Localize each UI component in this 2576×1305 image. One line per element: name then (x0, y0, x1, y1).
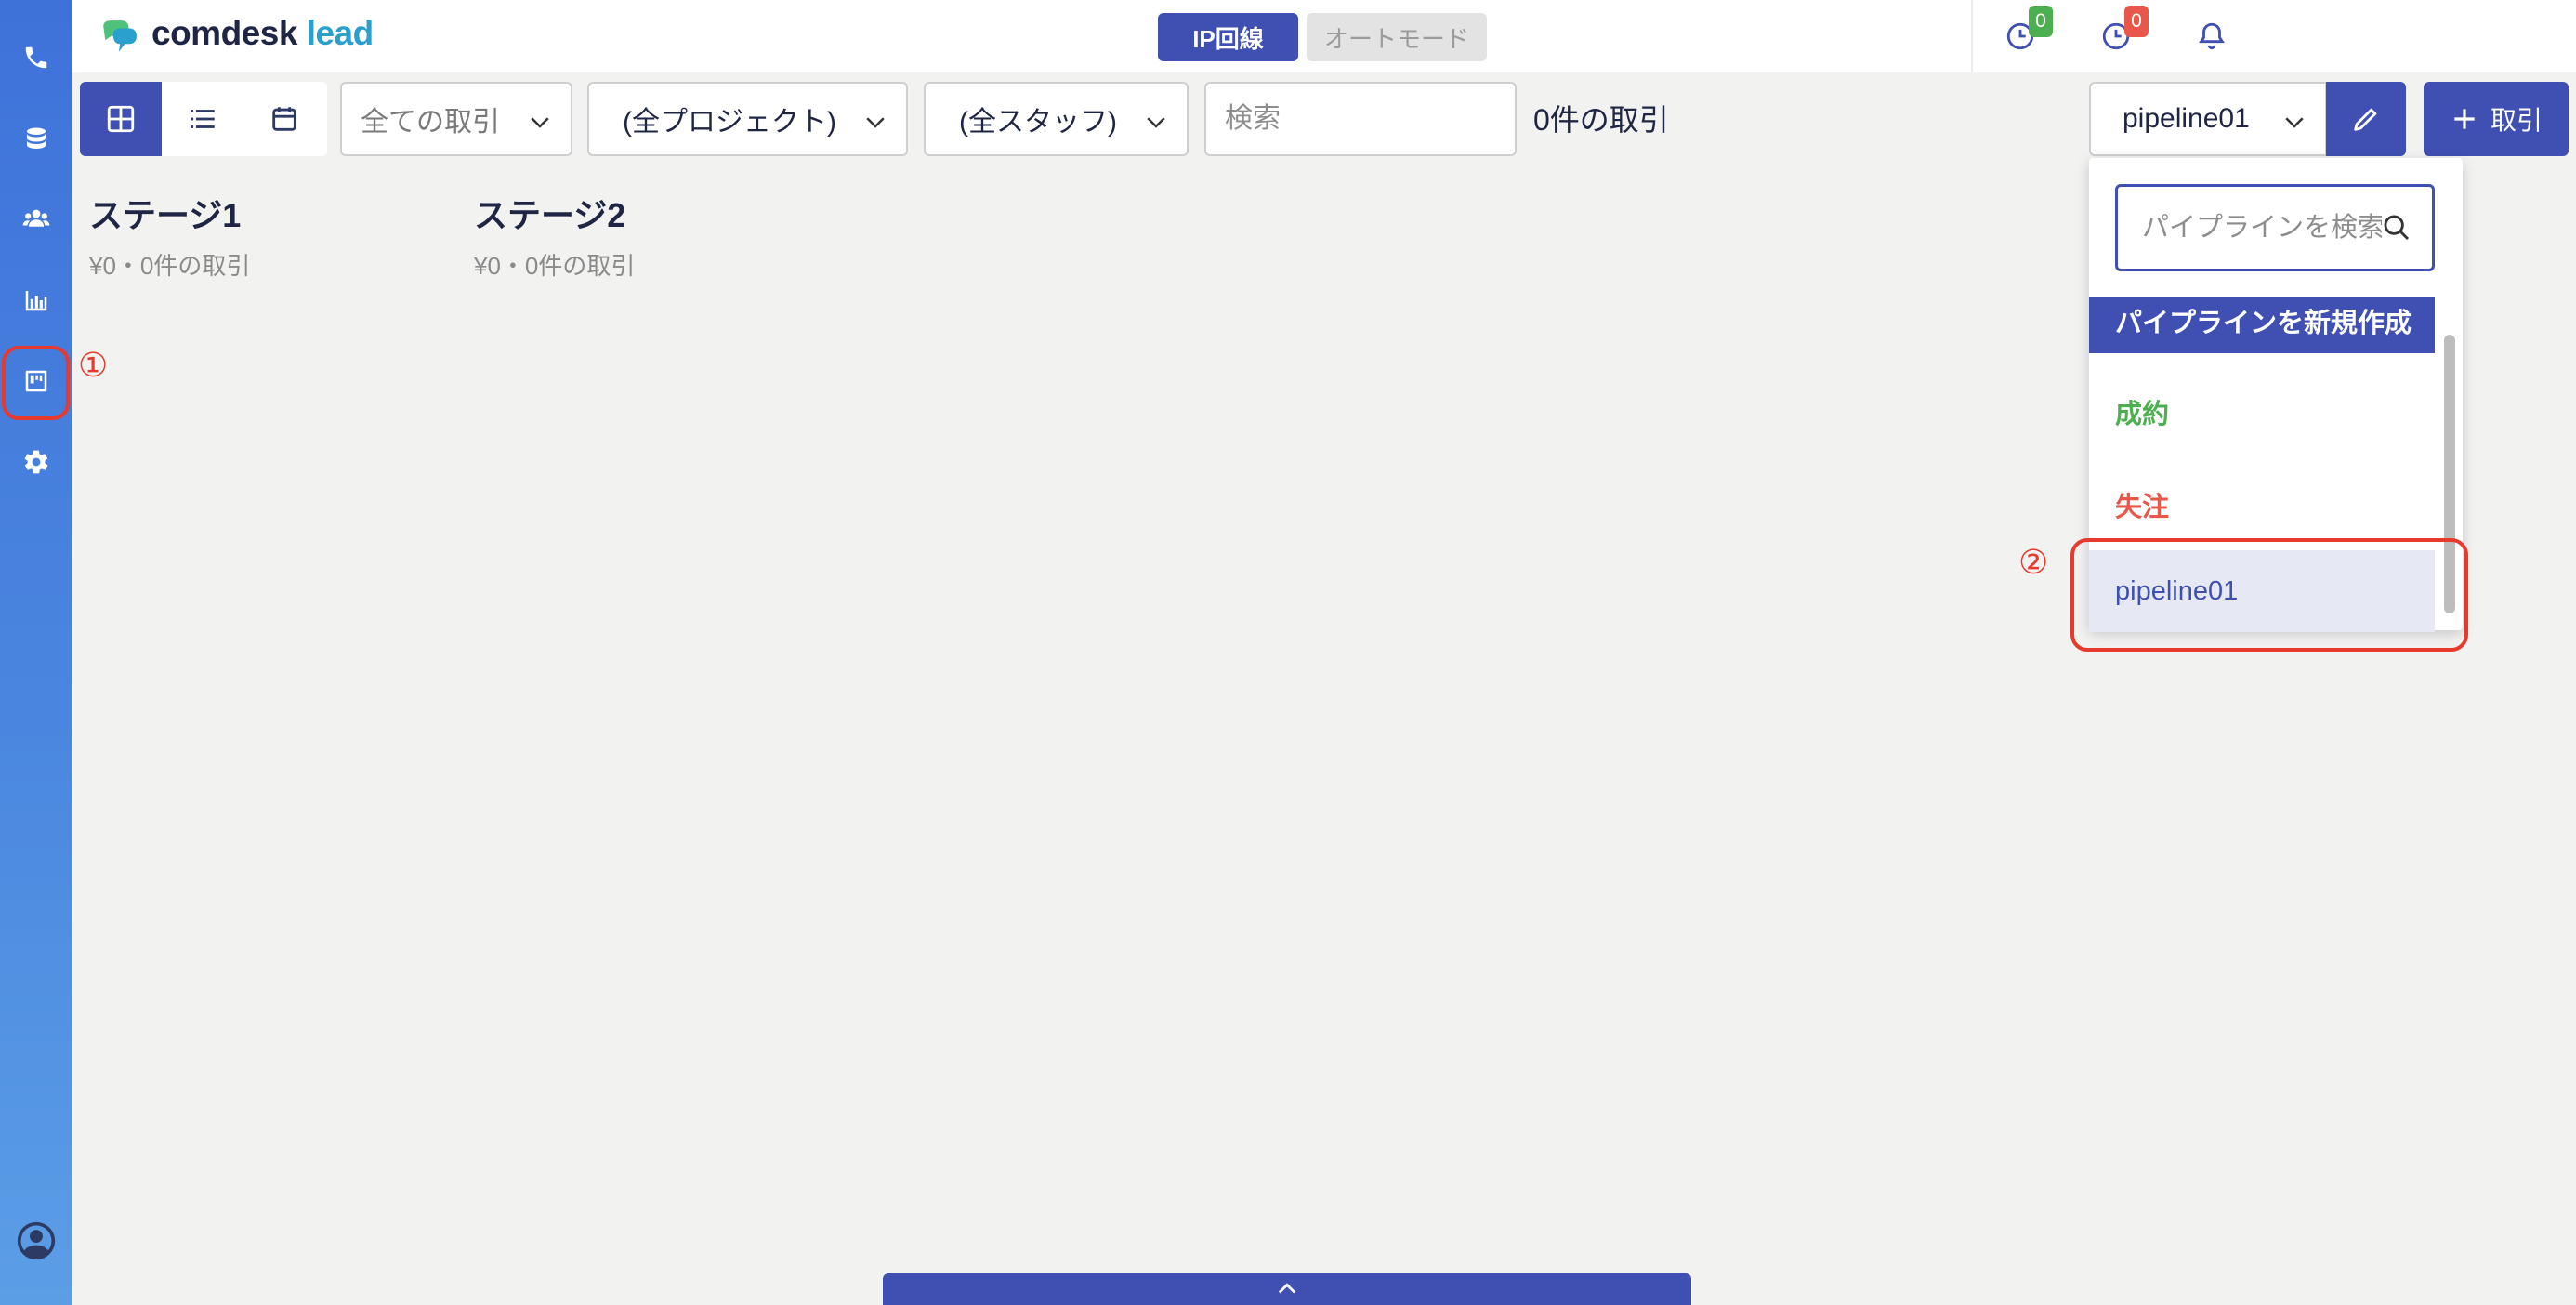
staff-filter-value: (全スタッフ) (959, 107, 1117, 138)
list-icon (191, 110, 215, 128)
stage-2-title: ステージ2 (474, 196, 626, 234)
database-icon[interactable] (0, 107, 72, 172)
auto-mode-button[interactable]: オートモード (1307, 13, 1487, 61)
badge-count-2: 0 (2124, 6, 2149, 37)
stage-1-title: ステージ1 (89, 196, 242, 234)
deal-search-input[interactable] (1204, 82, 1517, 156)
chevron-down-icon (1147, 117, 1165, 128)
stage-2-summary: ¥0・0件の取引 (474, 252, 636, 280)
project-filter-value: (全プロジェクト) (623, 107, 836, 138)
chevron-up-icon (1278, 1283, 1296, 1294)
logo-primary: comdesk (151, 14, 297, 52)
calendar-view-button[interactable] (243, 82, 325, 156)
logo-icon (103, 20, 137, 52)
view-toggle-group (80, 82, 327, 156)
deal-count: 0件の取引 (1533, 103, 1669, 137)
header-divider (1971, 0, 1973, 72)
history-button-2[interactable]: 0 (2100, 6, 2149, 58)
stage-1-summary: ¥0・0件の取引 (89, 252, 251, 280)
list-view-button[interactable] (162, 82, 243, 156)
annotation-box-1 (2, 346, 70, 420)
calendar-icon (272, 107, 296, 131)
deal-filter-select[interactable]: 全ての取引 (340, 82, 572, 156)
badge-count-1: 0 (2029, 6, 2053, 37)
chevron-down-icon (866, 117, 885, 128)
add-deal-label: 取引 (2490, 106, 2543, 135)
sidebar (0, 0, 72, 1305)
logo-secondary: lead (306, 14, 375, 52)
history-button-1[interactable]: 0 (2004, 6, 2053, 58)
bottom-panel-toggle[interactable] (883, 1273, 1691, 1305)
gear-icon[interactable] (0, 429, 72, 494)
header: comdesk lead IP回線 オートモード 0 0 (72, 0, 2576, 72)
annotation-marker-2: ② (2018, 544, 2049, 582)
pipeline-option-lost[interactable]: 失注 (2089, 470, 2435, 539)
add-deal-button[interactable]: 取引 (2424, 82, 2569, 156)
plus-icon (2454, 109, 2475, 129)
chevron-down-icon (531, 117, 549, 128)
pencil-icon (2354, 108, 2377, 131)
pipeline-select[interactable]: pipeline01 (2089, 82, 2327, 156)
logo-text[interactable]: comdesk lead (151, 14, 374, 53)
users-icon[interactable] (0, 186, 72, 251)
deal-filter-value: 全ての取引 (361, 107, 500, 138)
search-icon (2384, 215, 2410, 241)
user-circle-icon[interactable] (0, 1208, 72, 1273)
board-view-button[interactable] (80, 82, 162, 156)
annotation-box-2 (2070, 538, 2468, 652)
ip-line-button[interactable]: IP回線 (1158, 13, 1298, 61)
phone-icon[interactable] (0, 25, 72, 90)
create-pipeline-option[interactable]: パイプラインを新規作成 (2089, 297, 2435, 353)
staff-filter-select[interactable]: (全スタッフ) (924, 82, 1189, 156)
pipeline-option-won[interactable]: 成約 (2089, 377, 2435, 446)
pipeline-select-value: pipeline01 (2123, 103, 2250, 134)
bell-icon (2199, 22, 2225, 50)
edit-pipeline-button[interactable] (2326, 82, 2406, 156)
annotation-marker-1: ① (78, 347, 109, 385)
chevron-down-icon (2285, 117, 2304, 128)
grid-icon (107, 105, 135, 133)
project-filter-select[interactable]: (全プロジェクト) (587, 82, 908, 156)
chart-icon[interactable] (0, 268, 72, 333)
notifications-button[interactable] (2196, 20, 2233, 58)
